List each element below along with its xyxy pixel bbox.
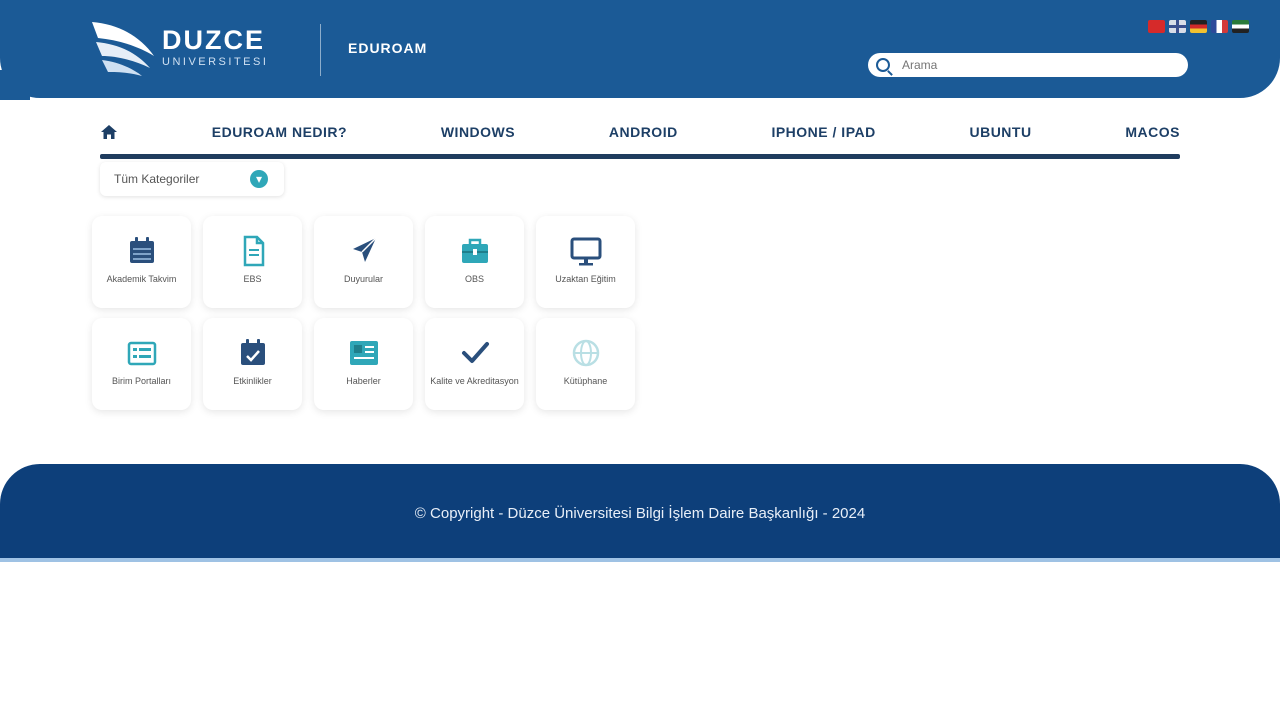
tile-label: Duyurular (343, 274, 383, 284)
tile-label: Uzaktan Eğitim (555, 274, 616, 284)
tile-events[interactable]: Etkinlikler (203, 318, 302, 410)
tile-label: EBS (243, 274, 262, 284)
nav-underline (100, 154, 1180, 159)
german-flag-icon[interactable] (1190, 20, 1207, 33)
french-flag-icon[interactable] (1211, 20, 1228, 33)
quick-links-grid: Akademik Takvim EBS Duyurular OBS Uzakta… (92, 216, 644, 410)
tile-library[interactable]: Kütüphane (536, 318, 635, 410)
search-icon[interactable] (876, 58, 890, 72)
calendar-icon (129, 237, 154, 263)
nav-item-android[interactable]: ANDROID (609, 124, 678, 140)
footer-bottom-line (0, 558, 1280, 562)
header: DUZCE UNIVERSITESI EDUROAM (0, 0, 1280, 100)
home-icon[interactable] (100, 123, 118, 141)
event-calendar-icon (240, 339, 265, 365)
nav-item-ubuntu[interactable]: UBUNTU (969, 124, 1031, 140)
language-switcher (1148, 20, 1249, 33)
footer-copyright: © Copyright - Düzce Üniversitesi Bilgi İ… (414, 505, 866, 522)
check-icon (461, 342, 489, 363)
globe-icon (572, 339, 599, 367)
category-label: Tüm Kategoriler (114, 172, 200, 186)
rocket-icon (352, 237, 377, 262)
tile-label: Birim Portalları (111, 376, 171, 386)
search-input[interactable] (902, 55, 1182, 75)
nav-item-macos[interactable]: MACOS (1125, 124, 1180, 140)
tile-distance-education[interactable]: Uzaktan Eğitim (536, 216, 635, 308)
tile-obs[interactable]: OBS (425, 216, 524, 308)
logo-subtitle: UNIVERSITESI (162, 55, 269, 68)
wing-logo-icon (92, 22, 154, 76)
tile-unit-portals[interactable]: Birim Portalları (92, 318, 191, 410)
page: DUZCE UNIVERSITESI EDUROAM EDUROAM NEDIR… (0, 0, 1280, 720)
document-icon (243, 235, 264, 267)
briefcase-icon (461, 238, 488, 263)
nav-item-iphone[interactable]: IPHONE / IPAD (771, 124, 875, 140)
header-divider (320, 24, 321, 76)
list-icon (127, 341, 156, 366)
nav-item-eduroam[interactable]: EDUROAM NEDIR? (212, 124, 347, 140)
news-icon (349, 341, 378, 365)
search-bar[interactable] (868, 53, 1188, 77)
tile-quality-accreditation[interactable]: Kalite ve Akreditasyon (425, 318, 524, 410)
tile-news[interactable]: Haberler (314, 318, 413, 410)
tile-announcements[interactable]: Duyurular (314, 216, 413, 308)
logo-title: DUZCE (162, 24, 265, 55)
tile-label: Haberler (346, 376, 381, 386)
nav-item-windows[interactable]: WINDOWS (441, 124, 515, 140)
main-nav: EDUROAM NEDIR? WINDOWS ANDROID IPHONE / … (100, 108, 1180, 156)
arabic-flag-icon[interactable] (1232, 20, 1249, 33)
english-flag-icon[interactable] (1169, 20, 1186, 33)
site-name[interactable]: EDUROAM (348, 40, 427, 56)
turkish-flag-icon[interactable] (1148, 20, 1165, 33)
tile-academic-calendar[interactable]: Akademik Takvim (92, 216, 191, 308)
tile-ebs[interactable]: EBS (203, 216, 302, 308)
tile-label: Kalite ve Akreditasyon (430, 376, 519, 386)
tile-label: Kütüphane (563, 376, 608, 386)
tile-label: Etkinlikler (233, 376, 272, 386)
category-dropdown[interactable]: Tüm Kategoriler ▾ (100, 162, 284, 196)
chevron-down-icon: ▾ (250, 170, 268, 188)
tile-label: OBS (464, 274, 484, 284)
university-logo[interactable]: DUZCE UNIVERSITESI (88, 16, 298, 78)
tile-label: Akademik Takvim (106, 274, 177, 284)
monitor-icon (570, 237, 601, 266)
